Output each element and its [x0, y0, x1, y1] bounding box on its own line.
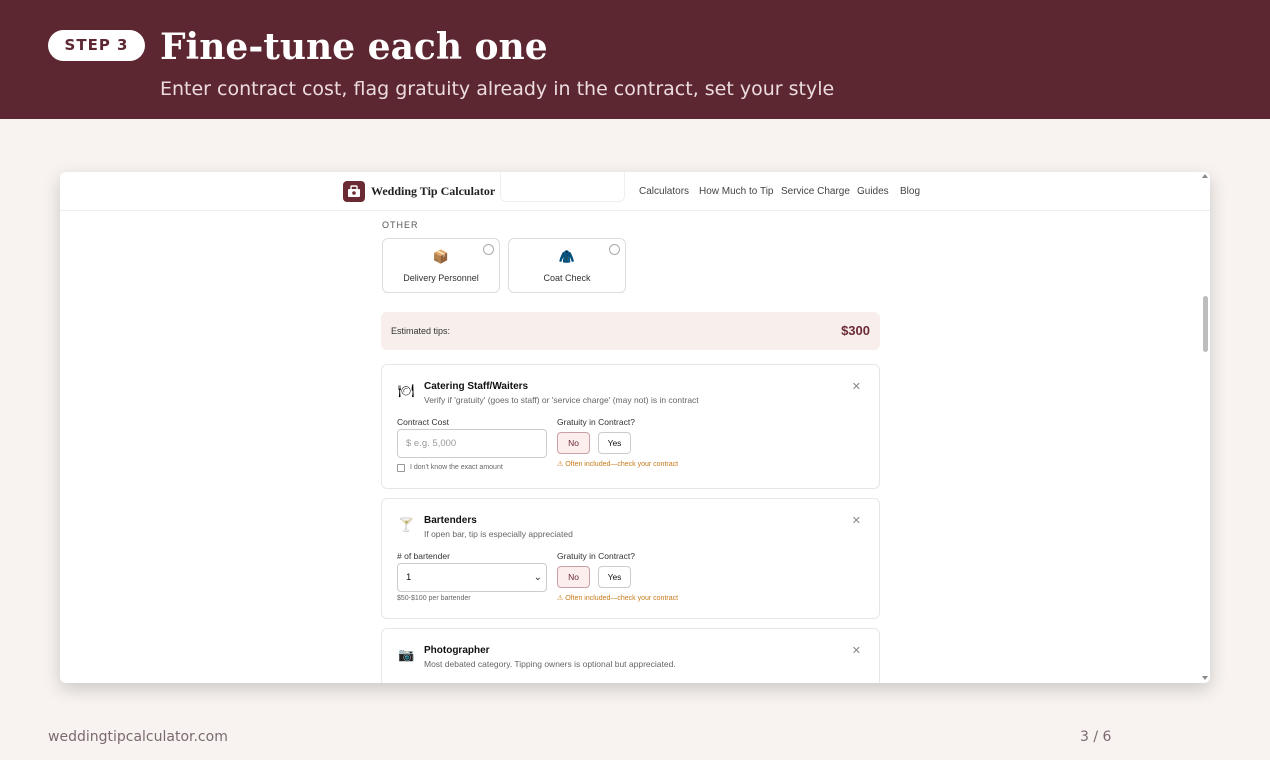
bartender-count-select[interactable]: 1 ⌄	[397, 563, 547, 592]
gratuity-no-button[interactable]: No	[557, 432, 590, 454]
warning-text: Often included—check your contract	[565, 595, 679, 602]
bartender-hint: $50-$100 per bartender	[397, 595, 471, 602]
screenshot-frame: Wedding Tip Calculator Calculators How M…	[60, 172, 1210, 683]
close-icon[interactable]: ✕	[852, 514, 861, 527]
gratuity-no-button[interactable]: No	[557, 566, 590, 588]
gratuity-yes-button[interactable]: Yes	[598, 566, 631, 588]
step-badge: STEP 3	[48, 30, 145, 61]
nav-link-service-charge[interactable]: Service Charge	[781, 186, 850, 197]
nav-ghost-card	[500, 172, 625, 202]
vendor-description: Verify if 'gratuity' (goes to staff) or …	[424, 395, 699, 405]
camera-icon: 📷	[398, 647, 415, 662]
logo-icon[interactable]	[343, 181, 365, 202]
warning-icon: ⚠	[557, 461, 566, 468]
site-header: Wedding Tip Calculator Calculators How M…	[60, 172, 1210, 211]
nav-link-blog[interactable]: Blog	[900, 186, 920, 197]
option-label: Coat Check	[543, 273, 591, 283]
warning-text: Often included—check your contract	[565, 461, 679, 468]
gratuity-warning: ⚠ Often included—check your contract	[557, 460, 678, 468]
estimated-tips-bar: Estimated tips: $300	[381, 312, 880, 350]
estimated-tips-value: $300	[841, 323, 870, 338]
footer-site: weddingtipcalculator.com	[48, 729, 228, 745]
chevron-down-icon: ⌄	[533, 572, 542, 583]
scroll-down-arrow[interactable]	[1202, 676, 1208, 680]
close-icon[interactable]: ✕	[852, 644, 861, 657]
gratuity-label: Gratuity in Contract?	[557, 551, 635, 561]
close-icon[interactable]: ✕	[852, 380, 861, 393]
step-banner: STEP 3 Fine-tune each one Enter contract…	[0, 0, 1270, 119]
radio-button[interactable]	[483, 244, 494, 255]
brand-name[interactable]: Wedding Tip Calculator	[371, 184, 495, 199]
nav-link-guides[interactable]: Guides	[857, 186, 889, 197]
gratuity-warning: ⚠ Often included—check your contract	[557, 594, 678, 602]
vendor-name: Catering Staff/Waiters	[424, 381, 529, 392]
scrollbar-thumb[interactable]	[1203, 296, 1208, 352]
contract-cost-input[interactable]: $ e.g. 5,000	[397, 429, 547, 458]
gratuity-label: Gratuity in Contract?	[557, 417, 635, 427]
unknown-amount-label: I don't know the exact amount	[410, 464, 503, 471]
option-card-delivery-personnel[interactable]: 📦 Delivery Personnel	[382, 238, 500, 293]
contract-cost-label: Contract Cost	[397, 417, 449, 427]
estimated-tips-label: Estimated tips:	[391, 326, 451, 336]
scroll-up-arrow[interactable]	[1202, 174, 1208, 178]
footer-page-counter: 3 / 6	[1080, 729, 1112, 745]
vendor-description: If open bar, tip is especially appreciat…	[424, 529, 573, 539]
banner-subtitle: Enter contract cost, flag gratuity alrea…	[160, 78, 835, 100]
radio-button[interactable]	[609, 244, 620, 255]
vendor-name: Bartenders	[424, 515, 477, 526]
nav-link-how-much-to-tip[interactable]: How Much to Tip	[699, 186, 773, 197]
vendor-description: Most debated category. Tipping owners is…	[424, 659, 676, 669]
vendor-card-catering: 🍽 Catering Staff/Waiters Verify if 'grat…	[381, 364, 880, 489]
unknown-amount-checkbox[interactable]	[397, 464, 405, 472]
plate-icon: 🍽	[398, 383, 415, 398]
section-label-other: OTHER	[382, 220, 419, 230]
nav-link-calculators[interactable]: Calculators	[639, 186, 689, 197]
bartender-count-label: # of bartender	[397, 551, 450, 561]
option-card-coat-check[interactable]: 🧥 Coat Check	[508, 238, 626, 293]
gratuity-yes-button[interactable]: Yes	[598, 432, 631, 454]
coat-icon: 🧥	[558, 249, 576, 264]
vendor-name: Photographer	[424, 645, 490, 656]
cocktail-icon: 🍸	[398, 517, 415, 532]
vendor-card-photographer: 📷 Photographer Most debated category. Ti…	[381, 628, 880, 683]
vendor-card-bartenders: 🍸 Bartenders If open bar, tip is especia…	[381, 498, 880, 619]
select-value: 1	[406, 572, 412, 583]
banner-title: Fine-tune each one	[160, 26, 548, 68]
warning-icon: ⚠	[557, 595, 566, 602]
package-icon: 📦	[432, 249, 450, 264]
option-label: Delivery Personnel	[403, 273, 479, 283]
